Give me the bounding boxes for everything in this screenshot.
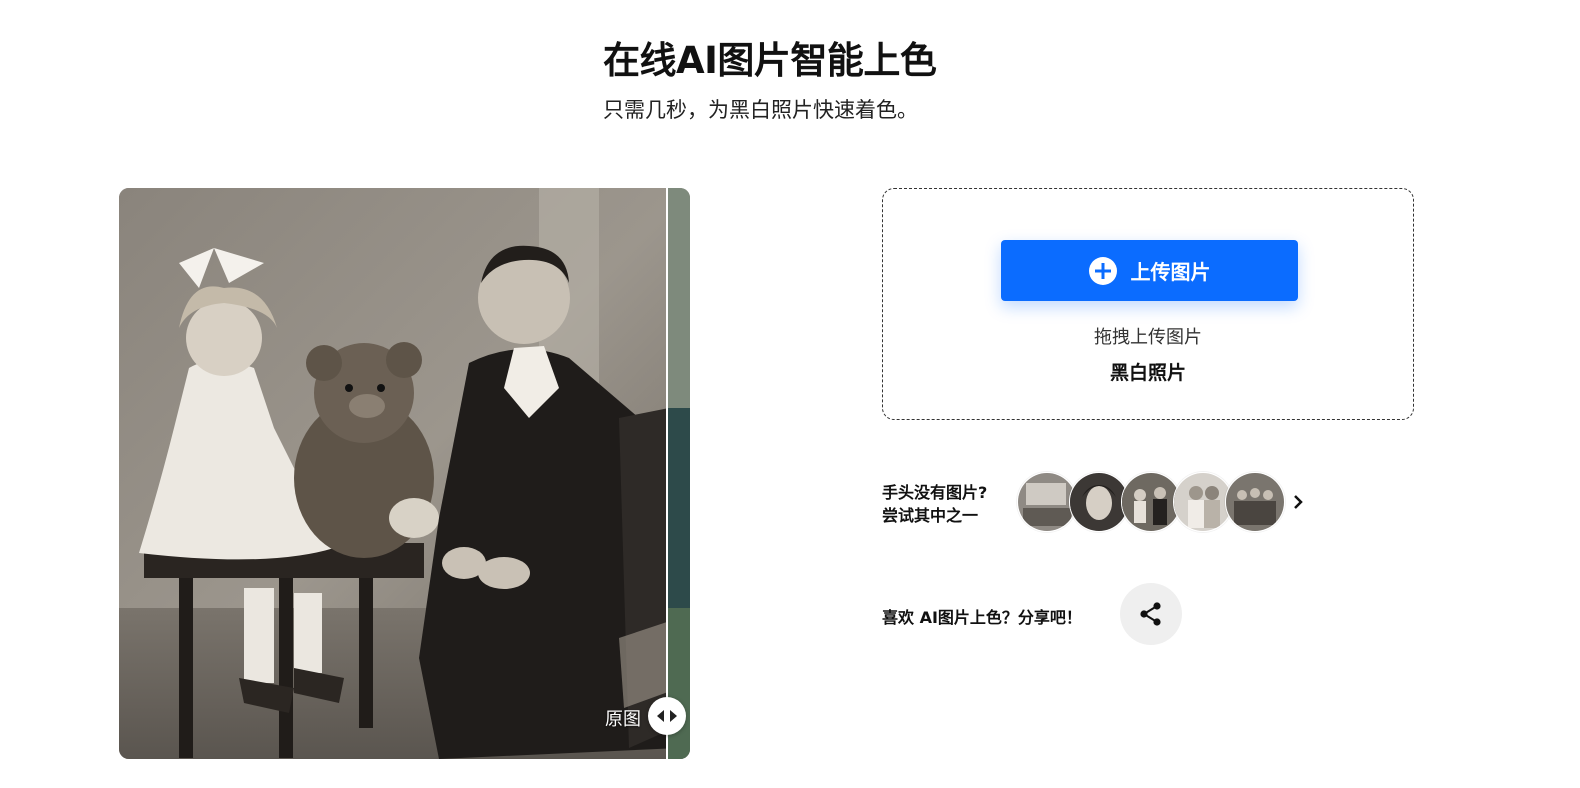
- sample-image[interactable]: [1173, 472, 1233, 532]
- compare-slider-handle[interactable]: [648, 697, 686, 735]
- page-title: 在线AI图片智能上色: [603, 39, 937, 82]
- samples-next-button[interactable]: [1286, 490, 1310, 514]
- vintage-photo-image: [119, 188, 690, 759]
- before-after-compare[interactable]: 原图: [119, 188, 690, 759]
- left-right-arrows-icon: [657, 710, 677, 722]
- share-icon: [1140, 602, 1161, 626]
- page-subtitle: 只需几秒，为黑白照片快速着色。: [603, 98, 918, 122]
- sample-image[interactable]: [1225, 472, 1285, 532]
- plus-circle-icon: [1088, 256, 1117, 285]
- upload-image-button[interactable]: 上传图片: [1001, 240, 1298, 301]
- sample-label-line2: 尝试其中之一: [882, 506, 979, 525]
- page-header: 在线AI图片智能上色 只需几秒，为黑白照片快速着色。: [603, 36, 937, 124]
- accepted-format-text: 黑白照片: [1109, 362, 1186, 384]
- chevron-right-icon: [1294, 495, 1303, 509]
- sample-images-list: [1017, 472, 1285, 532]
- share-button[interactable]: [1120, 583, 1182, 645]
- compare-divider: [666, 188, 668, 759]
- sample-image[interactable]: [1121, 472, 1181, 532]
- sample-images-label: 手头没有图片? 尝试其中之一: [882, 481, 987, 527]
- sample-label-line1: 手头没有图片?: [882, 483, 988, 502]
- upload-button-label: 上传图片: [1130, 260, 1211, 284]
- sample-image[interactable]: [1017, 472, 1077, 532]
- original-label: 原图: [605, 709, 641, 730]
- upload-dropzone[interactable]: 上传图片 拖拽上传图片 黑白照片: [882, 188, 1414, 420]
- drag-upload-text: 拖拽上传图片: [1094, 327, 1202, 348]
- share-prompt-label: 喜欢 AI图片上色？分享吧！: [882, 608, 1082, 627]
- sample-image[interactable]: [1069, 472, 1129, 532]
